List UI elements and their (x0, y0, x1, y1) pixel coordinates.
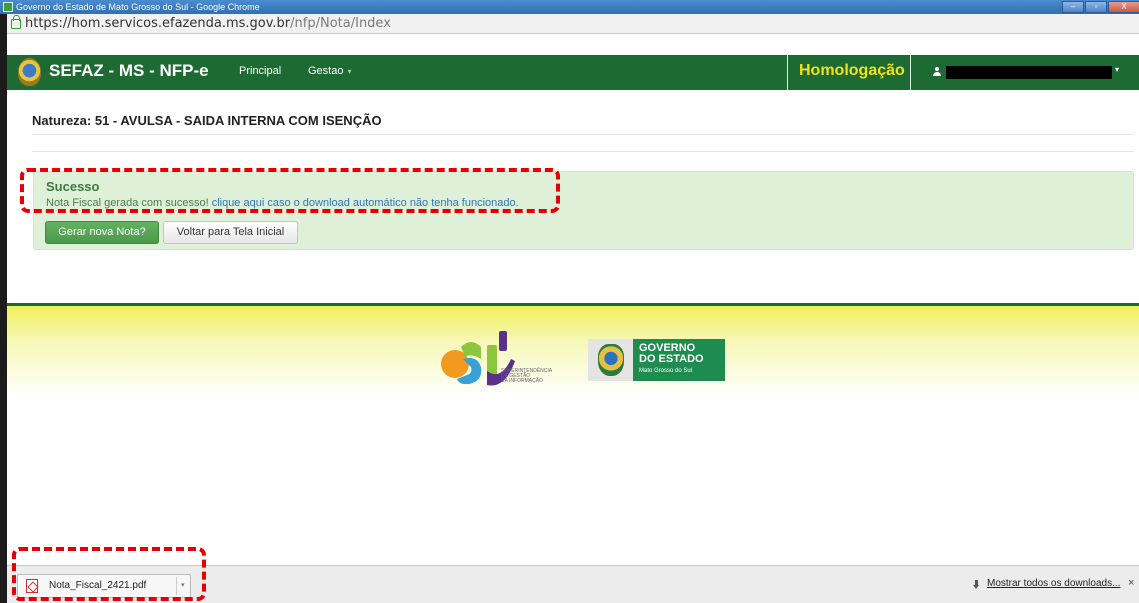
download-item[interactable]: Nota_Fiscal_2421.pdf ▾ (17, 574, 191, 598)
nav-item-principal[interactable]: Principal (239, 65, 281, 77)
download-bar: Nota_Fiscal_2421.pdf ▾ Mostrar todos os … (7, 565, 1139, 603)
download-item-divider (176, 577, 177, 595)
browser-window: Governo do Estado de Mato Grosso do Sul … (0, 0, 1139, 603)
gov-logo-line-2: DO ESTADO (639, 353, 704, 365)
download-again-link[interactable]: clique aqui caso o download automático n… (212, 197, 519, 209)
top-navbar: SEFAZ - MS - NFP-e Principal Gestao ▾ Hom… (7, 55, 1139, 90)
chevron-down-icon: ▾ (347, 67, 352, 76)
divider (32, 134, 1134, 135)
show-all-downloads-link[interactable]: Mostrar todos os downloads... (987, 578, 1120, 589)
back-home-button[interactable]: Voltar para Tela Inicial (163, 221, 298, 244)
environment-label: Homologação (799, 62, 905, 79)
lock-icon (11, 15, 21, 29)
alert-title: Sucesso (46, 179, 100, 194)
user-menu-caret-icon[interactable]: ▾ (1115, 65, 1119, 74)
alert-message-text: Nota Fiscal gerada com sucesso! (46, 197, 212, 209)
navbar-divider (787, 55, 788, 90)
download-arrow-icon (973, 580, 980, 589)
minimize-button[interactable]: – (1062, 1, 1084, 13)
maximize-button[interactable]: ▫ (1085, 1, 1107, 13)
user-name-redacted[interactable] (946, 66, 1112, 79)
nav-item-gestao[interactable]: Gestao ▾ (308, 65, 351, 77)
download-file-name: Nota_Fiscal_2421.pdf (49, 580, 147, 591)
state-seal-icon (18, 58, 41, 86)
sgi-logo-shape (499, 331, 507, 351)
download-options-caret-icon[interactable]: ▾ (181, 575, 185, 597)
close-download-bar-icon[interactable]: × (1128, 577, 1134, 589)
title-bar: Governo do Estado de Mato Grosso do Sul … (0, 0, 1139, 14)
sgi-subtitle-line: DA INFORMAÇÃO (501, 378, 543, 384)
new-note-button[interactable]: Gerar nova Nota? (45, 221, 159, 244)
url-path: /nfp/Nota/Index (290, 16, 391, 31)
address-bar[interactable]: https://hom.servicos.efazenda.ms.gov.br/… (7, 14, 1139, 34)
gov-logo-line-3: Mato Grosso do Sul (639, 368, 693, 374)
chrome-app-icon (3, 2, 13, 12)
user-icon[interactable] (933, 67, 941, 76)
pdf-file-icon (26, 579, 38, 593)
nav-item-gestao-label: Gestao (308, 65, 344, 77)
close-window-button[interactable]: X (1108, 1, 1139, 13)
window-title: Governo do Estado de Mato Grosso do Sul … (16, 2, 260, 12)
brand-title[interactable]: SEFAZ - MS - NFP-e (49, 61, 209, 81)
url-host: https://hom.servicos.efazenda.ms.gov.br (25, 16, 291, 31)
state-coat-of-arms-icon (588, 339, 633, 381)
navbar-divider (910, 55, 911, 90)
window-controls: – ▫ X (1062, 1, 1139, 13)
sgi-subtitle: SUPERINTENDÊNCIA DE GESTÃO DA INFORMAÇÃO (501, 369, 561, 384)
alert-message: Nota Fiscal gerada com sucesso! clique a… (46, 197, 519, 209)
government-logo: GOVERNO DO ESTADO Mato Grosso do Sul (588, 339, 725, 381)
footer (7, 306, 1139, 426)
divider (32, 151, 1134, 152)
page-title: Natureza: 51 - AVULSA - SAIDA INTERNA CO… (32, 113, 382, 128)
